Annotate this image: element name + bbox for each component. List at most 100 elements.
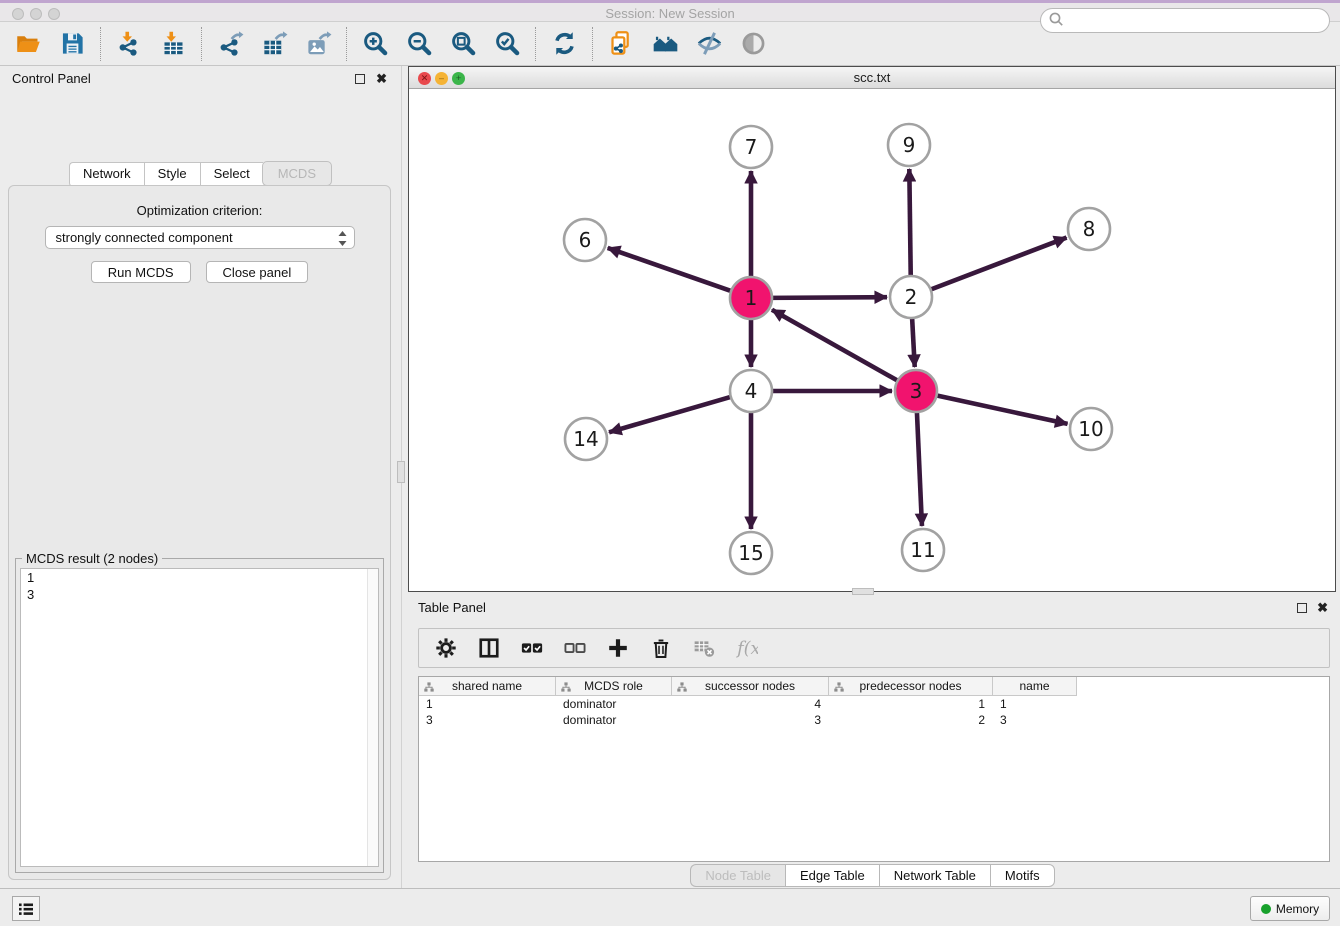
delete-table-button[interactable] (693, 637, 715, 659)
graph-node-8[interactable]: 8 (1068, 208, 1110, 250)
function-builder-button[interactable]: f(x) (736, 637, 758, 659)
graph-node-1[interactable]: 1 (730, 277, 772, 319)
table-splitter-handle[interactable] (852, 588, 874, 595)
close-panel-button[interactable]: Close panel (206, 261, 309, 283)
table-row[interactable]: 1dominator411 (419, 696, 1329, 712)
clone-network-button[interactable] (607, 30, 635, 58)
edge-3-11[interactable] (917, 410, 922, 526)
table-cell[interactable]: 1 (829, 696, 993, 712)
zoom-fit-button[interactable] (449, 30, 477, 58)
table-panel-close-button[interactable]: ✖ (1317, 600, 1328, 616)
optimization-criterion-select[interactable]: strongly connected component (45, 226, 355, 249)
tab-network-table[interactable]: Network Table (879, 864, 990, 887)
export-network-button[interactable] (216, 30, 244, 58)
graph-node-9[interactable]: 9 (888, 124, 930, 166)
graph-node-3[interactable]: 3 (895, 370, 937, 412)
edge-1-6[interactable] (608, 248, 733, 292)
tab-style[interactable]: Style (144, 162, 200, 187)
table-cell[interactable]: 3 (419, 712, 556, 728)
network-view-window: ✕ – + scc.txt 7 9 6 8 1 2 4 3 14 10 15 11 (408, 66, 1336, 592)
column-header-MCDS-role[interactable]: MCDS role (556, 677, 672, 696)
graph-node-7[interactable]: 7 (730, 126, 772, 168)
columns-button[interactable] (478, 637, 500, 659)
node-label: 15 (738, 541, 763, 565)
edge-3-10[interactable] (935, 395, 1068, 424)
memory-button[interactable]: Memory (1250, 896, 1330, 921)
graphics-detail-button[interactable] (739, 30, 767, 58)
mcds-result-text[interactable]: 1 3 (20, 568, 379, 867)
edge-2-8[interactable] (929, 238, 1067, 291)
toolbar-group (0, 30, 100, 58)
column-header-successor-nodes[interactable]: successor nodes (672, 677, 829, 696)
tab-select[interactable]: Select (200, 162, 263, 187)
column-type-icon (834, 681, 844, 695)
zoom-in-button[interactable] (361, 30, 389, 58)
run-mcds-button[interactable]: Run MCDS (91, 261, 191, 283)
table-cell[interactable]: dominator (556, 696, 672, 712)
settings-icon (435, 637, 457, 659)
import-table-button[interactable] (159, 30, 187, 58)
column-header-shared-name[interactable]: shared name (419, 677, 556, 696)
table-cell[interactable]: 4 (672, 696, 829, 712)
zoom-out-button[interactable] (405, 30, 433, 58)
tab-mcds[interactable]: MCDS (262, 161, 332, 186)
search-input[interactable] (1064, 11, 1329, 31)
toolbar-group (347, 30, 535, 58)
toolbar-group (101, 30, 201, 58)
table-cell[interactable]: 1 (993, 696, 1077, 712)
table-cell[interactable]: 2 (829, 712, 993, 728)
column-header-name[interactable]: name (993, 677, 1077, 696)
tab-edge-table[interactable]: Edge Table (785, 864, 879, 887)
table-cell[interactable]: 3 (672, 712, 829, 728)
network-window-titlebar[interactable]: ✕ – + scc.txt (409, 67, 1335, 89)
graph-node-10[interactable]: 10 (1070, 408, 1112, 450)
graph-node-11[interactable]: 11 (902, 529, 944, 571)
control-panel-float-button[interactable] (355, 74, 365, 84)
control-panel-close-button[interactable]: ✖ (376, 71, 387, 87)
mcds-result-scrollbar[interactable] (367, 569, 378, 866)
node-label: 7 (745, 135, 758, 159)
refresh-view-button[interactable] (550, 30, 578, 58)
edge-1-2[interactable] (770, 297, 887, 298)
first-neighbors-button[interactable] (651, 30, 679, 58)
settings-button[interactable] (435, 637, 457, 659)
edge-2-9[interactable] (909, 169, 910, 278)
graph-node-6[interactable]: 6 (564, 219, 606, 261)
panel-splitter-handle[interactable] (397, 461, 405, 483)
search-box[interactable] (1040, 8, 1330, 33)
tab-motifs[interactable]: Motifs (990, 864, 1055, 887)
deselect-all-button[interactable] (564, 637, 586, 659)
tab-network[interactable]: Network (69, 162, 144, 187)
task-history-button[interactable] (12, 896, 40, 921)
column-header-label: successor nodes (705, 679, 795, 693)
node-label: 3 (910, 379, 923, 403)
hide-annotations-button[interactable] (695, 30, 723, 58)
table-row[interactable]: 3dominator323 (419, 712, 1329, 728)
import-network-button[interactable] (115, 30, 143, 58)
delete-column-button[interactable] (650, 637, 672, 659)
table-panel-float-button[interactable] (1297, 603, 1307, 613)
add-column-button[interactable] (607, 637, 629, 659)
graph-node-2[interactable]: 2 (890, 276, 932, 318)
graph-node-4[interactable]: 4 (730, 370, 772, 412)
open-session-button[interactable] (14, 30, 42, 58)
network-canvas[interactable]: 7 9 6 8 1 2 4 3 14 10 15 11 (409, 89, 1335, 591)
edge-2-3[interactable] (912, 316, 915, 367)
column-header-predecessor-nodes[interactable]: predecessor nodes (829, 677, 993, 696)
tab-node-table[interactable]: Node Table (690, 864, 785, 887)
node-table[interactable]: shared name MCDS role successor nodes prede… (418, 676, 1330, 862)
table-cell[interactable]: 1 (419, 696, 556, 712)
edge-4-14[interactable] (609, 396, 733, 432)
edge-3-1[interactable] (772, 310, 900, 382)
zoom-selected-button[interactable] (493, 30, 521, 58)
table-cell[interactable]: dominator (556, 712, 672, 728)
column-header-label: MCDS role (584, 679, 643, 693)
export-table-button[interactable] (260, 30, 288, 58)
graph-node-15[interactable]: 15 (730, 532, 772, 574)
graph-node-14[interactable]: 14 (565, 418, 607, 460)
save-session-button[interactable] (58, 30, 86, 58)
export-image-button[interactable] (304, 30, 332, 58)
table-cell[interactable]: 3 (993, 712, 1077, 728)
select-all-button[interactable] (521, 637, 543, 659)
memory-status-dot (1261, 904, 1271, 914)
